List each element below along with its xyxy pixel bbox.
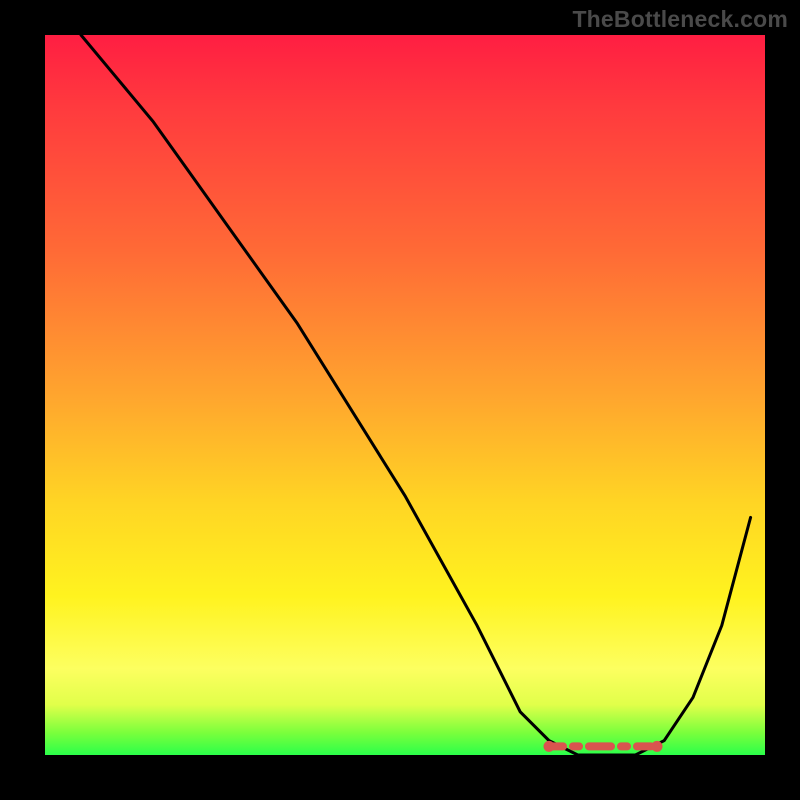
brand-watermark: TheBottleneck.com [572,6,788,33]
plot-area [45,35,765,755]
chart-frame: TheBottleneck.com [0,0,800,800]
optimal-zone-marker [544,741,663,752]
chart-svg [45,35,765,755]
bottleneck-curve [81,35,751,755]
